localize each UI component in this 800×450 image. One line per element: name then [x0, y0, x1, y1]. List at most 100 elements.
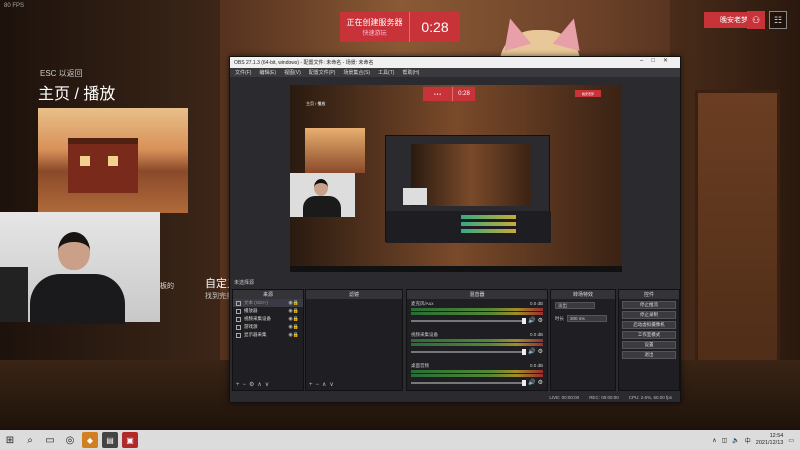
controls-dock[interactable]: 控件 停止推流 停止录制 启动虚拟摄像机 工作室模式 设置 退出 [618, 289, 680, 391]
volume-meter [411, 370, 543, 373]
obs-window[interactable]: OBS 27.1.3 (64-bit, windows) - 配置文件: 未命名… [229, 56, 681, 403]
profile-icon[interactable]: ⚇ [747, 11, 765, 29]
server-status-label: 正在创建服务器 [346, 18, 403, 27]
settings-button[interactable]: 设置 [622, 341, 676, 349]
desktop-screen: 80 FPS ESC 以返回 主页 / 播放 板的 自定义 找到完美 正在创建服… [0, 0, 800, 450]
volume-knob[interactable] [522, 348, 527, 355]
webcam-chair [0, 267, 28, 322]
source-item[interactable]: 播放器 ◉🔒 [233, 307, 303, 315]
speaker-icon[interactable]: 🔊 [528, 348, 535, 355]
preview-thumbnail [305, 128, 365, 173]
exit-button[interactable]: 退出 [622, 351, 676, 359]
volume-slider[interactable] [411, 379, 527, 386]
stop-streaming-button[interactable]: 停止推流 [622, 301, 676, 309]
source-item[interactable]: 游戏源 ◉🔒 [233, 323, 303, 331]
speaker-icon[interactable]: 🔊 [528, 379, 535, 386]
obs-statusbar: LIVE: 00:00:00 REC: 00:00:00 CPU: 2.6%, … [230, 392, 680, 402]
preview-username: 晚安老梦 [575, 90, 601, 97]
cpu-usage: CPU: 2.6%, 60.00 fps [628, 394, 672, 400]
visibility-eye-icon[interactable]: ◉🔒 [288, 332, 299, 338]
transitions-dock-header: 转场特效 [551, 290, 615, 299]
audio-mixer-dock[interactable]: 混音器 麦克风/Aux 0.0 dB 🔊 ⚙ 视频采集设备 0.0 dB 🔊 ⚙ 桌面音… [406, 289, 548, 391]
mixer-channel-name: 视频采集设备 [411, 332, 438, 337]
display-source-icon [236, 332, 241, 338]
obs-preview-canvas[interactable]: 主页 / 播放 ● ● ● 0:28 晚安老梦 [290, 85, 622, 272]
menu-tools[interactable]: 工具(T) [378, 69, 394, 76]
menu-edit[interactable]: 编辑(E) [259, 69, 276, 76]
gear-icon[interactable]: ⚙ [538, 379, 543, 386]
file-explorer-icon[interactable]: ▤ [102, 432, 118, 448]
network-icon[interactable]: ◫ [722, 437, 728, 444]
volume-knob[interactable] [522, 317, 527, 324]
friends-icon[interactable]: ☷ [769, 11, 787, 29]
volume-slider[interactable] [411, 317, 527, 324]
page-title: 主页 / 播放 [38, 86, 116, 103]
controls-dock-header: 控件 [619, 290, 679, 299]
task-view-icon[interactable]: ▭ [40, 430, 60, 450]
studio-mode-button[interactable]: 工作室模式 [622, 331, 676, 339]
source-item[interactable]: 文本 (GDI+) ◉🔒 [233, 299, 303, 307]
webcam-overlay [0, 212, 160, 324]
notification-icon[interactable]: ▭ [788, 437, 794, 444]
duration-input[interactable]: 300 ms [567, 315, 607, 322]
preview-countdown: 0:28 [458, 91, 470, 97]
thumbnail-house [68, 138, 138, 193]
obs-app-icon[interactable]: ◎ [60, 430, 80, 450]
volume-knob[interactable] [522, 379, 527, 386]
source-name: 显示器采集 [244, 332, 267, 337]
tray-chevron-icon[interactable]: ∧ [712, 437, 716, 444]
menu-scene-collection[interactable]: 场景集合(S) [343, 69, 370, 76]
mixer-channel: 麦克风/Aux 0.0 dB 🔊 ⚙ [407, 299, 547, 326]
text-source-icon [236, 300, 241, 306]
source-item[interactable]: 视频采集设备 ◉🔒 [233, 315, 303, 323]
media-source-icon [236, 308, 241, 314]
source-name: 视频采集设备 [244, 316, 271, 321]
visibility-eye-icon[interactable]: ◉🔒 [288, 324, 299, 330]
ime-icon[interactable]: 中 [745, 436, 751, 445]
clock-date: 2021/12/13 [755, 440, 784, 446]
stop-recording-button[interactable]: 停止录制 [622, 311, 676, 319]
obs-titlebar[interactable]: OBS 27.1.3 (64-bit, windows) - 配置文件: 未命名… [230, 57, 680, 68]
menu-profile[interactable]: 配置文件(P) [309, 69, 336, 76]
filters-dock-header: 滤镜 [306, 290, 402, 299]
filters-dock[interactable]: 滤镜 +−∧∨ [305, 289, 403, 391]
search-icon[interactable]: ⌕ [20, 430, 40, 450]
map-thumbnail[interactable] [38, 108, 188, 213]
mixer-db: 0.0 dB [529, 363, 543, 368]
sources-dock[interactable]: 来源 文本 (GDI+) ◉🔒 播放器 ◉🔒 视频采集设备 ◉🔒 游戏源 ◉🔒 [232, 289, 304, 391]
filters-toolbar[interactable]: +−∧∨ [309, 381, 337, 388]
preview-person-head [314, 179, 328, 196]
system-tray: ∧ ◫ 🔈 中 12:54 2021/12/13 ▭ [712, 433, 800, 447]
rec-time: REC: 00:00:00 [589, 394, 619, 400]
source-item[interactable]: 显示器采集 ◉🔒 [233, 331, 303, 339]
speaker-icon[interactable]: 🔊 [528, 317, 535, 324]
clock[interactable]: 12:54 2021/12/13 [756, 433, 784, 447]
transition-select[interactable]: 淡出 [555, 302, 595, 309]
duration-label: 时长 [555, 315, 564, 321]
game-source-icon [236, 324, 241, 330]
red-app-icon[interactable]: ▣ [122, 432, 138, 448]
menu-view[interactable]: 视图(V) [284, 69, 301, 76]
windows-start-icon[interactable]: ⊞ [0, 430, 20, 450]
menu-file[interactable]: 文件(F) [235, 69, 251, 76]
preview-timer-banner: ● ● ● 0:28 [423, 87, 475, 101]
fps-counter: 80 FPS [4, 3, 25, 9]
preview-person-body [303, 196, 341, 217]
sources-toolbar[interactable]: +−⚙∧∨ [236, 381, 272, 388]
volume-icon[interactable]: 🔈 [732, 437, 739, 444]
window-controls[interactable]: –□✕ [640, 57, 676, 64]
transitions-dock[interactable]: 转场特效 淡出 时长 300 ms [550, 289, 616, 391]
server-status-sub: 快速游玩 [362, 31, 387, 37]
source-name: 播放器 [244, 308, 258, 313]
visibility-eye-icon[interactable]: ◉🔒 [288, 300, 299, 306]
game-app-icon[interactable]: ◆ [82, 432, 98, 448]
menu-help[interactable]: 帮助(H) [402, 69, 419, 76]
gear-icon[interactable]: ⚙ [538, 348, 543, 355]
visibility-eye-icon[interactable]: ◉🔒 [288, 316, 299, 322]
start-virtual-camera-button[interactable]: 启动虚拟摄像机 [622, 321, 676, 329]
sources-dock-header: 来源 [233, 290, 303, 299]
visibility-eye-icon[interactable]: ◉🔒 [288, 308, 299, 314]
volume-meter [411, 312, 543, 315]
volume-slider[interactable] [411, 348, 527, 355]
gear-icon[interactable]: ⚙ [538, 317, 543, 324]
